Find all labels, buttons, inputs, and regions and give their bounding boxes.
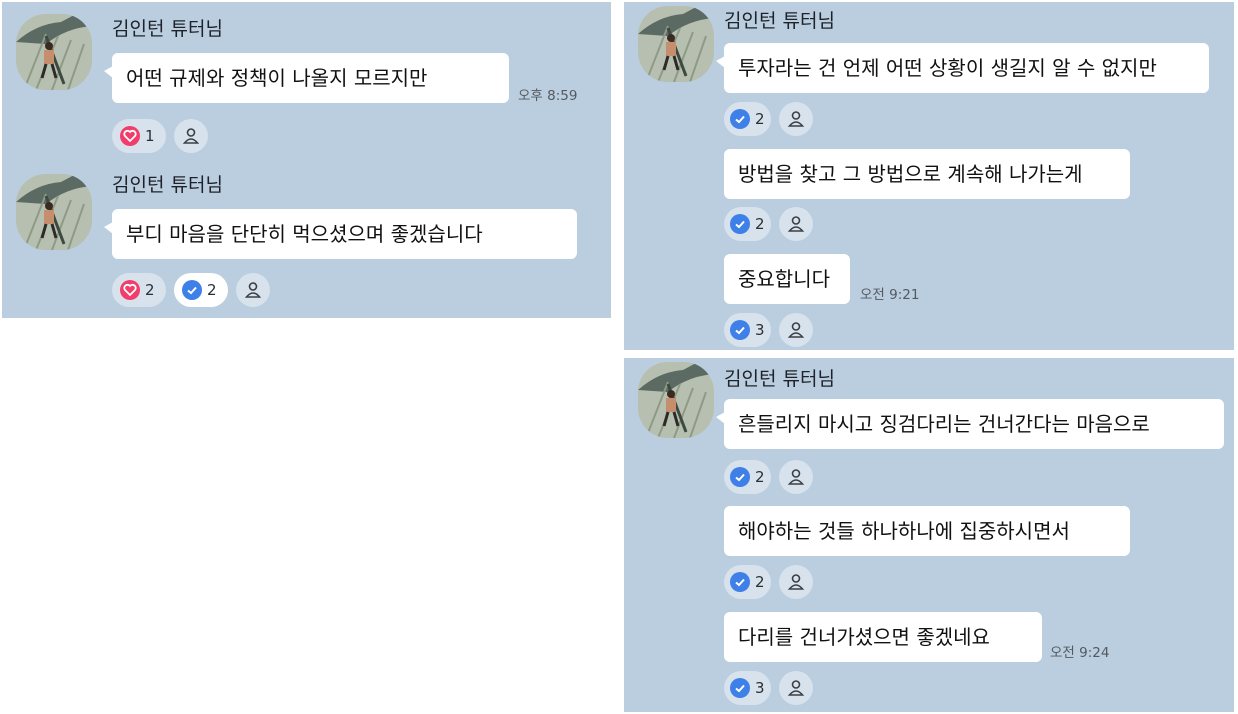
add-reaction-button[interactable] [174, 119, 208, 153]
message-bubble[interactable]: 다리를 건너가셨으면 좋겠네요 [724, 612, 1042, 662]
sender-name: 김인턴 튜터님 [724, 10, 835, 32]
reaction-check[interactable]: 3 [724, 313, 771, 347]
message-bubble[interactable]: 부디 마음을 단단히 먹으셨으며 좋겠습니다 [104, 209, 577, 259]
message-text: 중요합니다 [738, 267, 830, 291]
reactions-row: 3 [724, 671, 813, 705]
reaction-count: 3 [755, 321, 765, 339]
message-time: 오전 9:21 [860, 287, 920, 303]
reaction-check[interactable]: 3 [724, 671, 771, 705]
add-reaction-button[interactable] [778, 313, 813, 347]
avatar[interactable] [638, 6, 714, 82]
message-bubble[interactable]: 투자라는 건 언제 어떤 상황이 생길지 알 수 없지만 [716, 43, 1209, 93]
check-icon [730, 320, 750, 340]
reactions-row: 2 [724, 460, 813, 494]
check-icon [730, 572, 750, 592]
message-text: 다리를 건너가셨으면 좋겠네요 [738, 625, 990, 649]
message-time: 오후 8:59 [518, 88, 578, 104]
reactions-row: 2 [724, 102, 813, 136]
message-text: 투자라는 건 언제 어떤 상황이 생길지 알 수 없지만 [738, 56, 1157, 80]
check-icon [730, 109, 750, 129]
person-icon [244, 282, 262, 298]
reaction-count: 3 [755, 679, 765, 697]
reaction-count: 2 [755, 110, 765, 128]
message-bubble[interactable]: 방법을 찾고 그 방법으로 계속해 나가는게 [724, 149, 1130, 199]
message-text: 흔들리지 마시고 징검다리는 건너간다는 마음으로 [738, 412, 1150, 436]
reaction-heart[interactable]: 1 [112, 119, 166, 153]
reaction-check[interactable]: 2 [724, 102, 771, 136]
heart-icon [120, 280, 140, 300]
person-icon [787, 469, 804, 485]
avatar[interactable] [638, 362, 714, 438]
reaction-count: 2 [755, 573, 765, 591]
reaction-count: 1 [145, 127, 155, 145]
person-icon [787, 574, 804, 590]
reaction-check-selected[interactable]: 2 [174, 273, 228, 307]
message-bubble[interactable]: 중요합니다 [724, 254, 850, 304]
person-icon [787, 111, 804, 127]
person-icon [787, 322, 804, 338]
check-icon [730, 467, 750, 487]
message-time: 오전 9:24 [1050, 645, 1110, 661]
add-reaction-button[interactable] [778, 207, 813, 241]
reactions-row: 2 [724, 565, 813, 599]
reaction-count: 2 [755, 215, 765, 233]
add-reaction-button[interactable] [778, 565, 813, 599]
reaction-check[interactable]: 2 [724, 460, 771, 494]
add-reaction-button[interactable] [778, 460, 813, 494]
add-reaction-button[interactable] [778, 102, 813, 136]
reaction-heart[interactable]: 2 [112, 273, 166, 307]
add-reaction-button[interactable] [778, 671, 813, 705]
reactions-row: 2 2 [112, 273, 270, 307]
person-icon [787, 216, 804, 232]
heart-icon [120, 126, 140, 146]
sender-name: 김인턴 튜터님 [724, 368, 835, 390]
reaction-check[interactable]: 2 [724, 565, 771, 599]
message-bubble[interactable]: 흔들리지 마시고 징검다리는 건너간다는 마음으로 [716, 399, 1224, 449]
add-reaction-button[interactable] [236, 273, 270, 307]
message-text: 어떤 규제와 정책이 나올지 모르지만 [126, 66, 428, 90]
message-bubble[interactable]: 해야하는 것들 하나하나에 집중하시면서 [724, 506, 1130, 556]
check-icon [730, 678, 750, 698]
reaction-count: 2 [207, 281, 217, 299]
reactions-row: 3 [724, 313, 813, 347]
message-text: 부디 마음을 단단히 먹으셨으며 좋겠습니다 [126, 222, 483, 246]
message-text: 해야하는 것들 하나하나에 집중하시면서 [738, 519, 1070, 543]
check-icon [182, 280, 202, 300]
reaction-check[interactable]: 2 [724, 207, 771, 241]
chat-panel-1: 김인턴 튜터님 어떤 규제와 정책이 나올지 모르지만 오후 8:59 1 김인… [2, 2, 611, 318]
chat-panel-3: 김인턴 튜터님 흔들리지 마시고 징검다리는 건너간다는 마음으로 2 해야하는… [624, 358, 1234, 712]
reactions-row: 1 [112, 119, 208, 153]
reaction-count: 2 [145, 281, 155, 299]
person-icon [787, 680, 804, 696]
chat-panel-2: 김인턴 튜터님 투자라는 건 언제 어떤 상황이 생길지 알 수 없지만 2 방… [624, 2, 1234, 350]
check-icon [730, 214, 750, 234]
avatar[interactable] [16, 174, 92, 250]
sender-name: 김인턴 튜터님 [112, 18, 223, 40]
message-bubble[interactable]: 어떤 규제와 정책이 나올지 모르지만 [104, 53, 509, 103]
person-icon [182, 128, 200, 144]
reactions-row: 2 [724, 207, 813, 241]
message-text: 방법을 찾고 그 방법으로 계속해 나가는게 [738, 162, 1083, 186]
avatar[interactable] [16, 14, 92, 90]
reaction-count: 2 [755, 468, 765, 486]
sender-name: 김인턴 튜터님 [112, 174, 223, 196]
